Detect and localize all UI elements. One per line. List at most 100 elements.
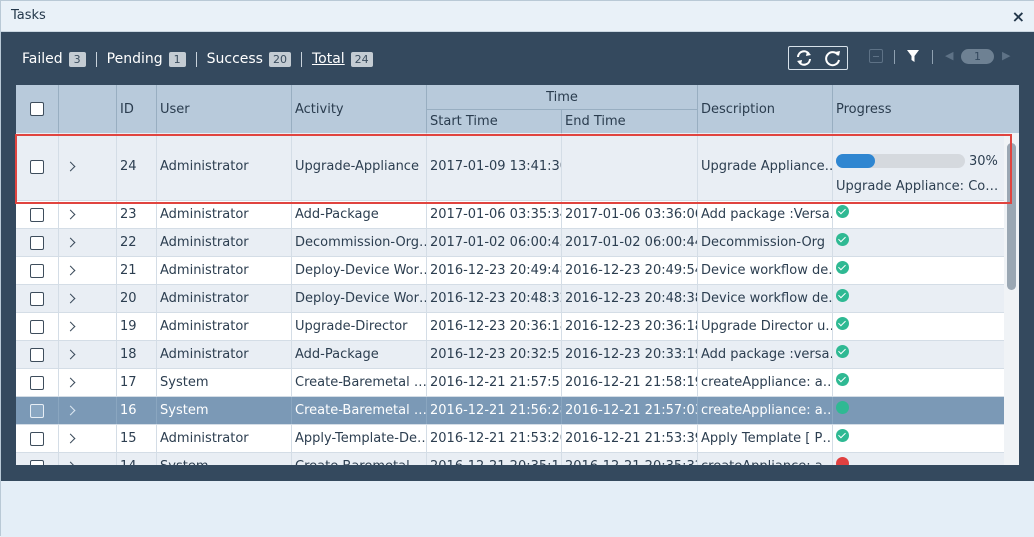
title-bar: Tasks × <box>1 1 1034 32</box>
table-row[interactable]: 22 Administrator Decommission-Org… 2017-01-… <box>16 229 1006 257</box>
row-checkbox-cell <box>16 341 59 368</box>
divider <box>195 51 197 67</box>
cell-end-time <box>562 133 698 200</box>
cell-progress <box>833 341 1006 368</box>
divider <box>95 51 97 67</box>
table-row[interactable]: 19 Administrator Upgrade-Director 2016-12-2… <box>16 313 1006 341</box>
column-start-time[interactable]: Start Time <box>427 109 562 133</box>
cell-id: 17 <box>117 369 157 396</box>
table-row[interactable]: 14SystemCreate-Baremetal …2016-12-21 20:… <box>16 453 1006 465</box>
filter-pending-count: 1 <box>168 51 186 67</box>
column-id[interactable]: ID <box>117 85 157 133</box>
cell-id: 15 <box>117 425 157 452</box>
row-checkbox[interactable] <box>30 347 44 362</box>
chevron-right-icon[interactable] <box>65 161 76 172</box>
cell-activity: Decommission-Org… <box>292 229 427 256</box>
cell-id: 16 <box>117 397 157 424</box>
next-page-icon[interactable]: ▶ <box>1002 49 1010 62</box>
chevron-right-icon[interactable] <box>65 377 76 388</box>
chevron-right-icon[interactable] <box>65 433 76 444</box>
collapse-all-button[interactable] <box>869 49 883 63</box>
cell-end-time: 2016-12-23 20:49:54 <box>562 257 698 284</box>
table-row[interactable]: 16 System Create-Baremetal … 2016-12-21 21:… <box>16 397 1006 425</box>
expand-cell <box>59 341 117 368</box>
row-checkbox[interactable] <box>30 263 44 278</box>
row-checkbox[interactable] <box>30 291 44 306</box>
cell-description: createAppliance: a… <box>698 397 833 424</box>
window-title: Tasks <box>11 8 46 23</box>
expand-cell <box>59 313 117 340</box>
table-row[interactable]: 20 Administrator Deploy-Device Wor… 2016-12… <box>16 285 1006 313</box>
chevron-right-icon[interactable] <box>65 349 76 360</box>
column-progress[interactable]: Progress <box>833 85 1019 133</box>
row-checkbox-cell <box>16 285 59 312</box>
row-checkbox[interactable] <box>30 403 44 418</box>
filter-success[interactable]: Success 20 <box>207 51 291 67</box>
cell-description: Device workflow de… <box>698 257 833 284</box>
footer <box>1 481 1034 537</box>
previous-page-icon[interactable]: ◀ <box>945 49 953 62</box>
table-row[interactable]: 21 Administrator Deploy-Device Wor… 2016-12… <box>16 257 1006 285</box>
filter-pending[interactable]: Pending 1 <box>107 51 186 67</box>
refresh-button[interactable] <box>818 47 847 69</box>
tasks-window: Tasks × Failed 3 Pending 1 Success 20 To… <box>0 0 1034 537</box>
filter-failed[interactable]: Failed 3 <box>22 51 86 67</box>
row-checkbox[interactable] <box>30 235 44 250</box>
auto-refresh-button[interactable] <box>789 47 818 69</box>
cell-progress <box>833 425 1006 452</box>
row-checkbox[interactable] <box>30 207 44 222</box>
row-checkbox-cell <box>16 133 59 200</box>
expand-cell <box>59 257 117 284</box>
chevron-right-icon[interactable] <box>65 237 76 248</box>
chevron-right-icon[interactable] <box>65 265 76 276</box>
progress-percent: 30% <box>969 154 998 169</box>
expand-cell <box>59 229 117 256</box>
expand-cell <box>59 369 117 396</box>
table-row-highlighted[interactable]: 24 Administrator Upgrade-Appliance 2017-… <box>16 133 1006 201</box>
column-activity[interactable]: Activity <box>292 85 427 133</box>
row-checkbox[interactable] <box>30 375 44 390</box>
row-checkbox[interactable] <box>30 431 44 446</box>
table-row[interactable]: 17 System Create-Baremetal … 2016-12-21 21:… <box>16 369 1006 397</box>
cell-start-time: 2016-12-21 21:57:51 <box>427 369 562 396</box>
column-description[interactable]: Description <box>698 85 833 133</box>
cell-id: 21 <box>117 257 157 284</box>
cell-description: Upgrade Appliance… <box>698 133 833 200</box>
cell-start-time: 2016-12-21 21:53:20 <box>427 425 562 452</box>
row-checkbox-cell <box>16 229 59 256</box>
table-row[interactable]: 18 Administrator Add-Package 2016-12-23 20:… <box>16 341 1006 369</box>
filter-button[interactable] <box>906 48 920 68</box>
row-checkbox-cell <box>16 453 59 465</box>
row-checkbox[interactable] <box>30 459 44 465</box>
table-row[interactable]: 23 Administrator Add-Package 2017-01-06 03:… <box>16 201 1006 229</box>
chevron-right-icon[interactable] <box>65 293 76 304</box>
column-user[interactable]: User <box>157 85 292 133</box>
cell-start-time: 2017-01-02 06:00:43 <box>427 229 562 256</box>
row-checkbox[interactable] <box>30 159 44 174</box>
cell-progress <box>833 369 1006 396</box>
close-icon[interactable]: × <box>1012 7 1025 26</box>
vertical-scrollbar[interactable] <box>1004 133 1019 465</box>
select-all-checkbox[interactable] <box>30 102 44 116</box>
chevron-right-icon[interactable] <box>65 461 76 465</box>
column-end-time[interactable]: End Time <box>562 109 698 133</box>
divider <box>300 51 302 67</box>
chevron-right-icon[interactable] <box>65 405 76 416</box>
chevron-right-icon[interactable] <box>65 209 76 220</box>
cell-progress <box>833 229 1006 256</box>
table-row[interactable]: 15 Administrator Apply-Template-De… 2016-12… <box>16 425 1006 453</box>
funnel-icon <box>907 50 919 62</box>
chevron-right-icon[interactable] <box>65 321 76 332</box>
cell-id: 18 <box>117 341 157 368</box>
row-checkbox[interactable] <box>30 319 44 334</box>
cell-id: 23 <box>117 201 157 228</box>
filter-total[interactable]: Total 24 <box>312 51 373 67</box>
scrollbar-thumb[interactable] <box>1007 143 1016 290</box>
page-number[interactable]: 1 <box>961 49 994 64</box>
progress-description: Upgrade Appliance: Cont… <box>836 179 1002 194</box>
cell-progress <box>833 257 1006 284</box>
cell-user: System <box>157 369 292 396</box>
expand-cell <box>59 201 117 228</box>
tasks-table: ID User Activity Time Start Time End Tim… <box>16 85 1019 465</box>
cell-description: Add package :versa… <box>698 341 833 368</box>
